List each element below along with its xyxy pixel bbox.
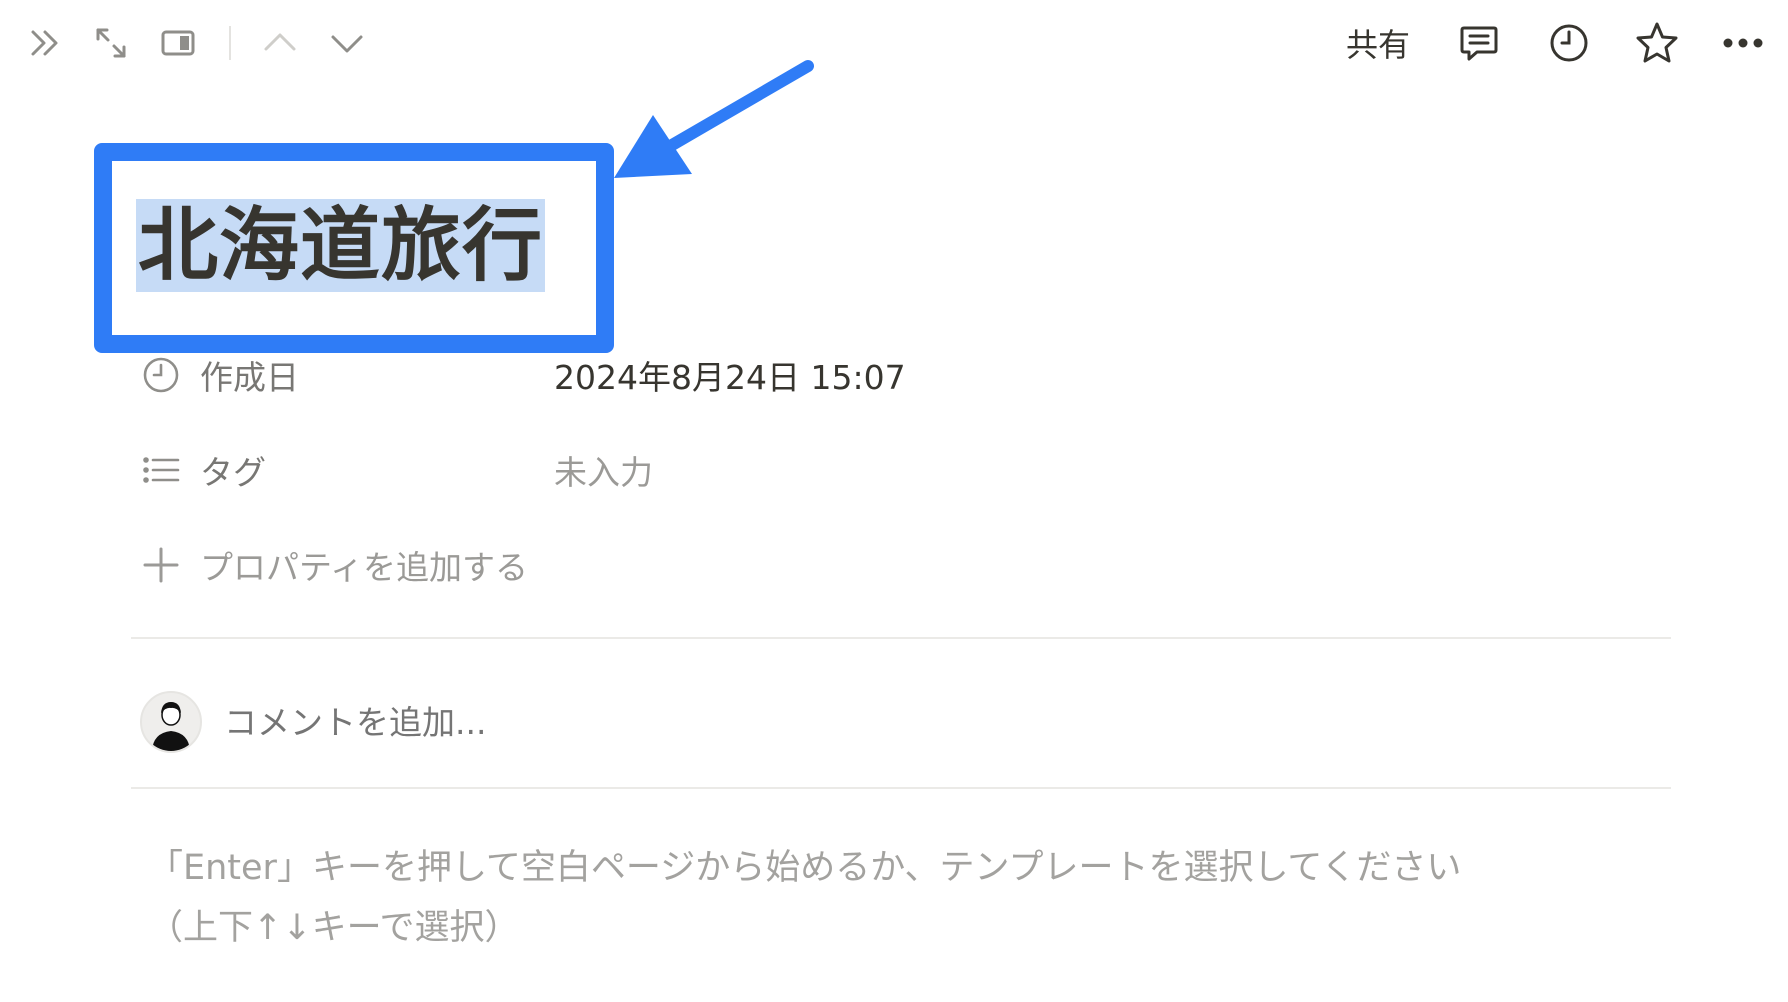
property-row-created[interactable]: 作成日 2024年8月24日 15:07 bbox=[142, 345, 1672, 405]
hint-line-1: 「Enter」キーを押して空白ページから始めるか、テンプレートを選択してください bbox=[148, 848, 1462, 888]
property-name: 作成日 bbox=[200, 358, 299, 397]
side-peek-icon[interactable] bbox=[155, 20, 201, 66]
chevron-up-icon[interactable] bbox=[257, 20, 303, 66]
expand-icon[interactable] bbox=[88, 20, 134, 66]
property-value-empty[interactable]: 未入力 bbox=[554, 446, 653, 494]
annotation-highlight-box bbox=[94, 143, 614, 353]
property-name: タグ bbox=[200, 453, 266, 492]
clock-icon[interactable] bbox=[1546, 20, 1592, 66]
clock-icon bbox=[142, 351, 190, 399]
toolbar-divider bbox=[229, 26, 231, 60]
more-icon[interactable] bbox=[1720, 20, 1766, 66]
comment-icon[interactable] bbox=[1456, 20, 1502, 66]
divider bbox=[131, 787, 1671, 789]
avatar bbox=[140, 691, 202, 753]
double-chevron-right-icon[interactable] bbox=[22, 20, 68, 66]
property-row-tags[interactable]: タグ 未入力 bbox=[142, 440, 1672, 500]
add-property-label: プロパティを追加する bbox=[200, 548, 529, 587]
plus-icon bbox=[142, 541, 190, 589]
hint-line-2: （上下↑↓キーで選択） bbox=[148, 908, 520, 948]
star-icon[interactable] bbox=[1634, 20, 1680, 66]
add-property-button[interactable]: プロパティを追加する bbox=[142, 535, 1672, 595]
chevron-down-icon[interactable] bbox=[324, 20, 370, 66]
divider bbox=[131, 637, 1671, 639]
comment-row bbox=[140, 690, 1670, 754]
notion-page: 共有 北海道旅行 作成日 2024年8月24日 15:07 タグ 未入力 プロパ… bbox=[0, 0, 1788, 1002]
list-icon bbox=[142, 446, 190, 494]
share-button[interactable]: 共有 bbox=[1338, 20, 1418, 66]
comment-input[interactable] bbox=[224, 702, 1024, 742]
empty-page-hint: 「Enter」キーを押して空白ページから始めるか、テンプレートを選択してください… bbox=[148, 838, 1668, 958]
property-value: 2024年8月24日 15:07 bbox=[554, 358, 906, 397]
top-bar: 共有 bbox=[0, 0, 1788, 88]
